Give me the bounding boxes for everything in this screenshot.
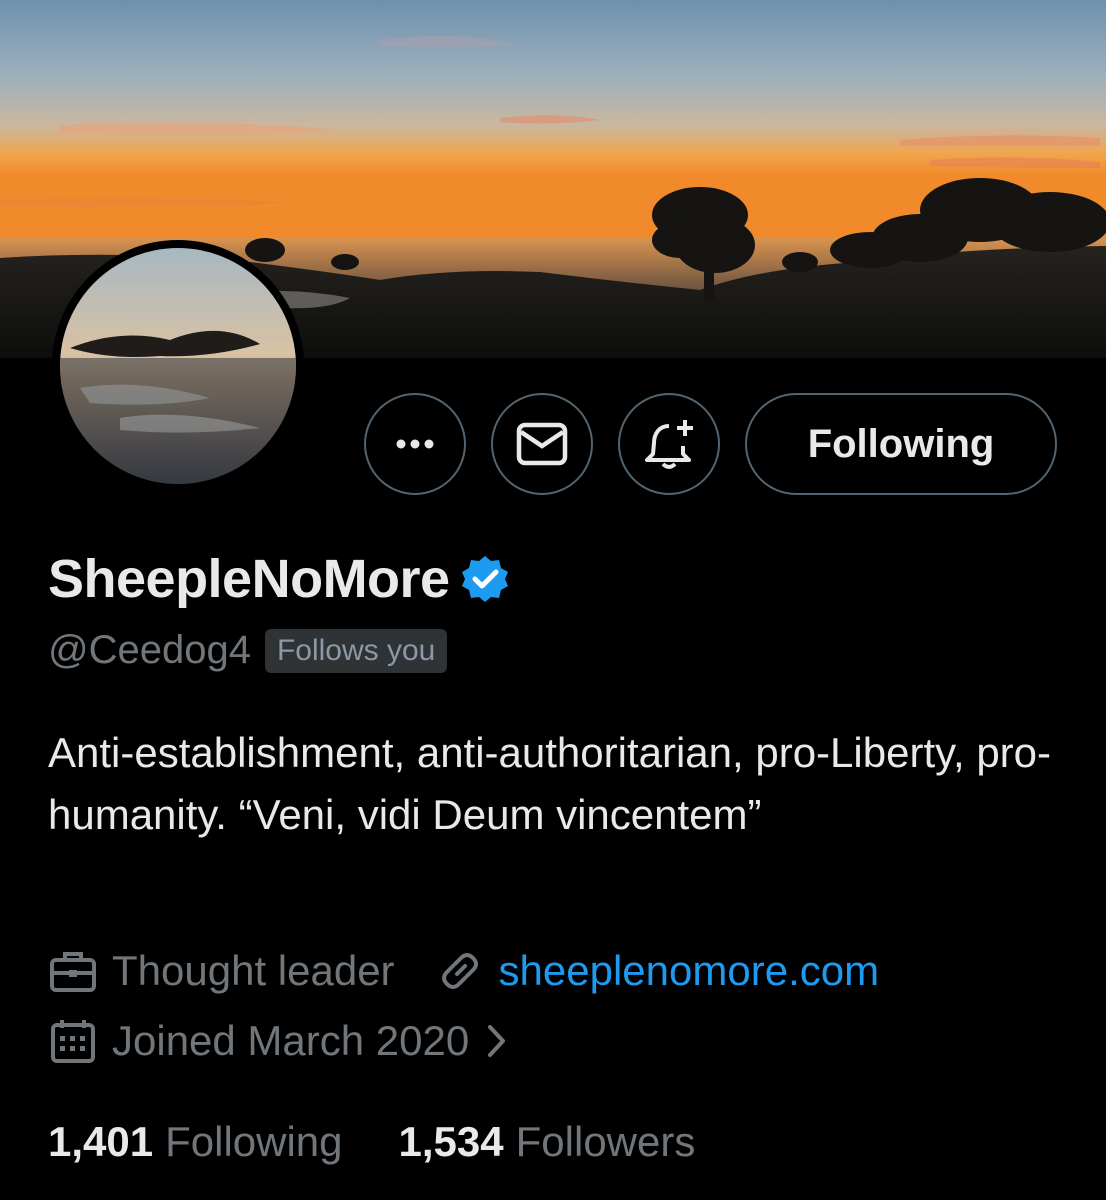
- joined-text: Joined March 2020: [112, 1017, 470, 1064]
- follow-stats: 1,401 Following 1,534 Followers: [48, 1118, 695, 1166]
- message-button[interactable]: [491, 393, 593, 495]
- avatar[interactable]: [52, 240, 304, 492]
- envelope-icon: [516, 422, 568, 466]
- handle-row: @Ceedog4 Follows you: [48, 628, 448, 673]
- following-button[interactable]: Following: [745, 393, 1057, 495]
- chevron-right-icon[interactable]: [485, 1021, 509, 1061]
- verified-badge-icon[interactable]: [460, 554, 510, 604]
- bell-plus-icon: [645, 420, 693, 469]
- followers-count: 1,534: [398, 1118, 504, 1165]
- meta-row-joined: Joined March 2020: [48, 1016, 509, 1066]
- more-button[interactable]: [364, 393, 466, 495]
- display-name: SheepleNoMore: [48, 549, 450, 609]
- handle: @Ceedog4: [48, 628, 251, 672]
- followers-stat[interactable]: 1,534 Followers: [399, 1118, 696, 1166]
- more-dots-icon: [396, 439, 434, 449]
- occupation-text: Thought leader: [112, 947, 395, 994]
- following-count: 1,401: [48, 1118, 154, 1165]
- meta-row-occupation: Thought leader sheeplenomore.com: [48, 946, 879, 996]
- following-label: Following: [165, 1118, 343, 1165]
- calendar-icon: [51, 1020, 95, 1063]
- display-name-row: SheepleNoMore: [48, 544, 510, 614]
- briefcase-icon: [50, 952, 96, 992]
- followers-label: Followers: [515, 1118, 696, 1165]
- website-link[interactable]: sheeplenomore.com: [499, 947, 880, 995]
- avatar-image: [60, 248, 296, 484]
- follows-you-badge: Follows you: [264, 628, 448, 673]
- following-stat[interactable]: 1,401 Following: [48, 1118, 343, 1166]
- link-icon: [441, 953, 478, 989]
- bio: Anti-establishment, anti-authoritarian, …: [48, 729, 1052, 838]
- notify-button[interactable]: [618, 393, 720, 495]
